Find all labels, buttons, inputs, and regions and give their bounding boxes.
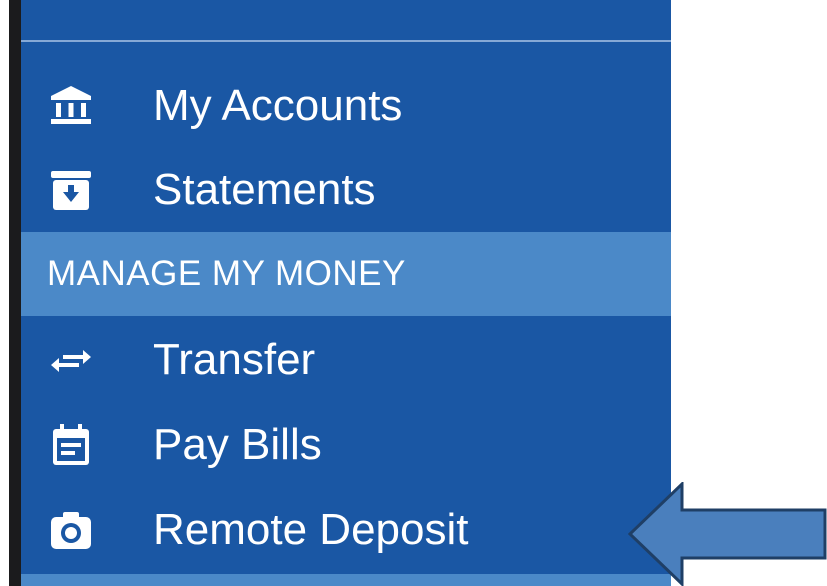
menu-item-label: Remote Deposit	[153, 505, 469, 554]
camera-icon	[47, 506, 95, 554]
section-header-label: MANAGE MY MONEY	[47, 254, 406, 293]
navigation-menu: My Accounts Statements MANAGE MY MONEY T…	[21, 0, 671, 586]
menu-item-statements[interactable]: Statements	[21, 150, 671, 230]
section-header: MANAGE MY MONEY	[21, 232, 671, 316]
menu-item-remote-deposit[interactable]: Remote Deposit	[21, 490, 671, 570]
pointer-arrow-icon	[628, 482, 827, 586]
window-edge	[9, 0, 21, 586]
page-margin	[0, 0, 9, 586]
statements-download-icon	[47, 166, 95, 214]
menu-item-label: My Accounts	[153, 81, 403, 130]
calendar-icon	[47, 421, 95, 469]
menu-divider	[21, 40, 671, 42]
menu-item-my-accounts[interactable]: My Accounts	[21, 66, 671, 146]
menu-item-transfer[interactable]: Transfer	[21, 320, 671, 400]
menu-item-pay-bills[interactable]: Pay Bills	[21, 405, 671, 485]
menu-item-label: Pay Bills	[153, 420, 322, 469]
menu-item-label: Transfer	[153, 335, 316, 384]
bank-icon	[47, 82, 95, 130]
next-section-header	[21, 574, 671, 586]
transfer-icon	[47, 336, 95, 384]
menu-item-label: Statements	[153, 165, 376, 214]
